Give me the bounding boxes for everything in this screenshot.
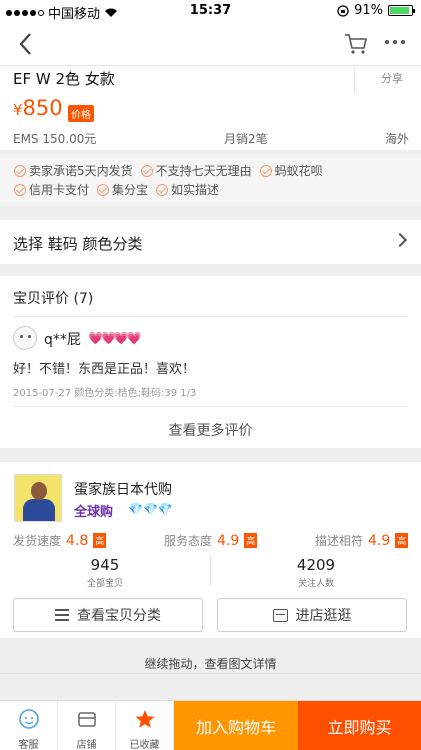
store-icon — [77, 712, 96, 727]
chevron-right-icon — [392, 232, 408, 248]
star-icon — [135, 710, 154, 728]
price-value: 850 — [22, 96, 63, 120]
score-service: 服务态度 4.9 高 — [164, 532, 258, 549]
service-item: 信用卡支付 — [14, 181, 89, 198]
store-icon — [272, 608, 288, 622]
nav-bar — [0, 22, 421, 66]
add-to-cart-button[interactable]: 加入购物车 — [174, 701, 298, 750]
stat-all-items[interactable]: 945 全部宝贝 — [5, 556, 205, 589]
enter-shop-button[interactable]: 进店逛逛 — [217, 598, 407, 632]
service-guarantees[interactable]: 卖家承诺5天内发货 不支持七天无理由 蚂蚁花呗 信用卡支付 集分宝 如实描述 — [0, 154, 421, 206]
review-meta: 2015-07-27 颜色分类:桔色;鞋码:39 1/3 — [13, 388, 197, 399]
service-row: 卖家承诺5天内发货 不支持七天无理由 蚂蚁花呗 — [14, 162, 323, 179]
service-item: 如实描述 — [156, 181, 219, 198]
list-icon — [55, 609, 69, 621]
check-icon — [259, 164, 272, 177]
shop-name[interactable]: 蛋家族日本代购 — [74, 479, 172, 499]
divider — [210, 556, 211, 586]
lock-rotation-icon — [337, 4, 349, 17]
bottom-action-bar: 客服 店铺 已收藏 加入购物车 立即购买 — [0, 700, 421, 750]
battery-percent: 91% — [354, 3, 383, 18]
price-tag: 价格 — [68, 105, 94, 122]
buy-now-button[interactable]: 立即购买 — [298, 701, 421, 750]
customer-service-icon — [18, 709, 39, 729]
origin: 海外 — [384, 132, 409, 146]
currency-symbol: ¥ — [13, 101, 23, 119]
stat-followers[interactable]: 4209 关注人数 — [216, 556, 416, 589]
divider — [13, 406, 408, 407]
review-text: 好！不错！东西是正品！喜欢！ — [13, 362, 196, 377]
store-button[interactable]: 店铺 — [58, 701, 116, 750]
check-icon — [156, 183, 169, 196]
check-icon — [97, 183, 110, 196]
global-buy-badge: 全球购 — [74, 505, 114, 520]
shop-section: 蛋家族日本代购 全球购 💎💎💎 发货速度 4.8 高 服务态度 4.9 高 描述… — [0, 462, 421, 638]
reviews-section: 宝贝评价 (7) q**屁 💗💗💗💗 好！不错！东西是正品！喜欢！ 2015-0… — [0, 276, 421, 448]
customer-service-button[interactable]: 客服 — [0, 701, 58, 750]
service-item: 不支持七天无理由 — [140, 162, 252, 179]
user-level-hearts: 💗💗💗💗 — [88, 331, 142, 345]
score-shipping: 发货速度 4.8 高 — [13, 532, 107, 549]
collect-button[interactable]: 已收藏 — [116, 701, 174, 750]
sku-selector[interactable]: 选择 鞋码 颜色分类 — [0, 220, 421, 264]
cart-icon[interactable] — [343, 31, 369, 57]
review-username: q**屁 — [44, 332, 81, 348]
more-reviews-button[interactable]: 查看更多评价 — [0, 420, 421, 440]
share-button[interactable]: 分享 — [381, 70, 403, 86]
service-item: 集分宝 — [97, 181, 148, 198]
avatar — [13, 326, 37, 350]
product-title: EF W 2色 女款 — [13, 70, 115, 88]
check-icon — [14, 183, 26, 196]
divider — [354, 66, 355, 92]
check-icon — [140, 164, 153, 177]
shop-rating-diamonds: 💎💎💎 — [128, 502, 173, 516]
more-icon[interactable] — [385, 40, 405, 44]
sku-label: 选择 鞋码 颜色分类 — [13, 235, 143, 253]
service-item: 卖家承诺5天内发货 — [14, 162, 133, 179]
reviews-title: 宝贝评价 (7) — [13, 291, 94, 307]
view-categories-button[interactable]: 查看宝贝分类 — [13, 598, 203, 632]
status-bar: 中国移动 15:37 91% — [0, 0, 421, 22]
back-arrow-icon[interactable] — [14, 30, 38, 58]
service-item: 蚂蚁花呗 — [259, 162, 323, 179]
product-price: ¥850 — [13, 96, 63, 120]
shipping-fee: EMS 150.00元 — [13, 132, 97, 146]
check-icon — [14, 164, 26, 177]
score-description: 描述相符 4.9 高 — [315, 532, 409, 549]
divider — [13, 316, 408, 317]
battery-icon — [388, 5, 415, 16]
battery-info: 91% — [337, 3, 415, 18]
divider — [0, 673, 421, 674]
detail-hint: 继续拖动，查看图文详情 — [144, 657, 277, 671]
shop-logo[interactable] — [14, 474, 62, 522]
monthly-sales: 月销2笔 — [224, 132, 268, 146]
product-info: EF W 2色 女款 分享 ¥850 价格 EMS 150.00元 月销2笔 海… — [0, 66, 421, 150]
service-row: 信用卡支付 集分宝 如实描述 — [14, 181, 219, 198]
